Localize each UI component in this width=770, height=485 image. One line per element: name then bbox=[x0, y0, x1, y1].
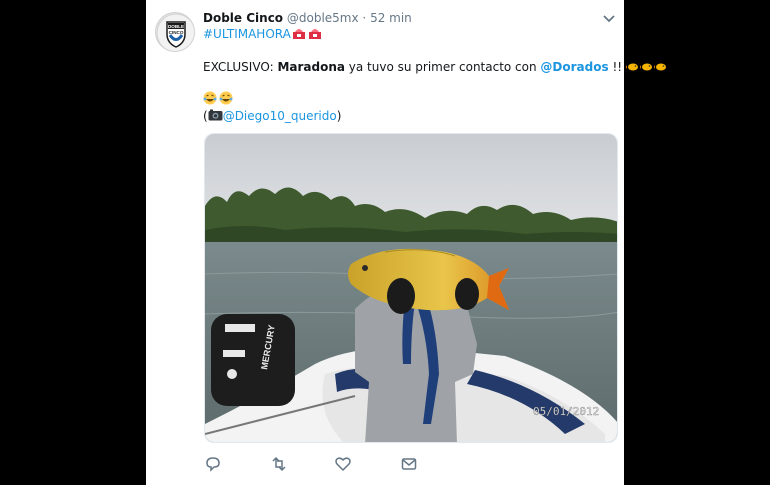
display-name[interactable]: Doble Cinco bbox=[203, 11, 283, 25]
tweet-text: EXCLUSIVO: Maradona ya tuvo su primer co… bbox=[203, 60, 668, 74]
mention-dorados[interactable]: @Dorados bbox=[540, 60, 608, 74]
doble-cinco-logo-icon: DOBLE CINCO bbox=[156, 13, 194, 51]
like-icon[interactable] bbox=[334, 455, 352, 473]
laughing-emoji-icon bbox=[219, 91, 233, 105]
siren-emoji-icon bbox=[308, 29, 321, 39]
separator: · bbox=[362, 11, 367, 25]
avatar[interactable]: DOBLE CINCO bbox=[155, 12, 195, 52]
message-icon[interactable] bbox=[400, 455, 418, 473]
text-suffix: !! bbox=[608, 60, 623, 74]
tweet-actions bbox=[146, 455, 624, 475]
hashtag-line: #ULTIMAHORA bbox=[203, 27, 322, 41]
handle[interactable]: @doble5mx bbox=[287, 11, 359, 25]
reply-icon[interactable] bbox=[204, 455, 222, 473]
chevron-down-icon[interactable] bbox=[602, 14, 616, 24]
emoji-line bbox=[203, 91, 233, 108]
svg-text:DOBLE: DOBLE bbox=[168, 24, 184, 29]
fish-emoji-icon bbox=[624, 63, 638, 71]
mention-diego[interactable]: @Diego10_querido bbox=[223, 109, 337, 123]
camera-emoji-icon bbox=[208, 109, 223, 121]
maradona-fishing-photo: MERCURY 05/01/2012 bbox=[205, 134, 617, 442]
fish-emoji-icon bbox=[652, 63, 666, 71]
hashtag-link[interactable]: #ULTIMAHORA bbox=[203, 27, 291, 41]
credit-close: ) bbox=[336, 109, 342, 123]
fish-emoji-icon bbox=[638, 63, 652, 71]
tweet-header: Doble Cinco @doble5mx · 52 min bbox=[203, 11, 412, 25]
photo-datestamp: 05/01/2012 bbox=[533, 405, 599, 418]
siren-emoji-icon bbox=[292, 29, 305, 39]
laughing-emoji-icon bbox=[203, 91, 217, 105]
tweet-card: DOBLE CINCO Doble Cinco @doble5mx · 52 m… bbox=[146, 0, 666, 485]
text-middle: ya tuvo su primer contacto con bbox=[344, 60, 541, 74]
text-prefix: EXCLUSIVO: bbox=[203, 60, 278, 74]
photo-credit: (@Diego10_querido) bbox=[203, 109, 341, 123]
timestamp[interactable]: 52 min bbox=[370, 11, 412, 25]
svg-text:CINCO: CINCO bbox=[169, 30, 184, 35]
retweet-icon[interactable] bbox=[270, 455, 288, 473]
text-bold: Maradona bbox=[277, 60, 345, 74]
tweet-photo[interactable]: MERCURY 05/01/2012 bbox=[204, 133, 618, 443]
